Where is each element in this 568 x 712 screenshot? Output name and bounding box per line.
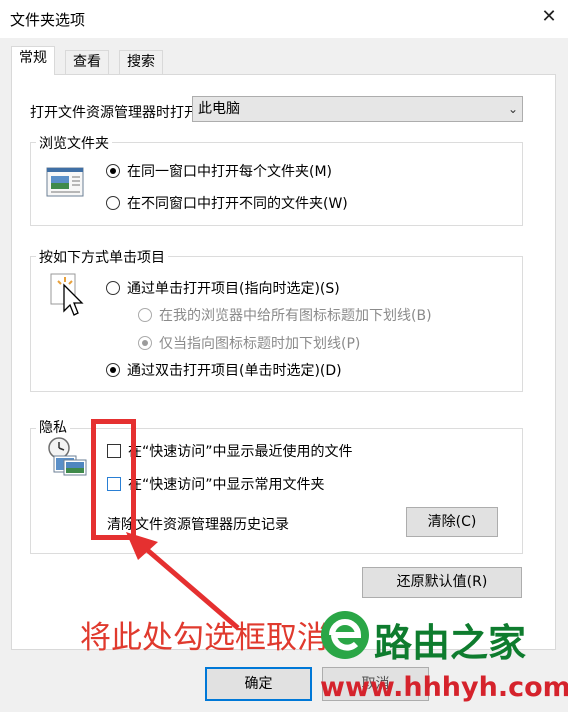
clock-documents-icon xyxy=(46,436,88,480)
annotation-highlight-box xyxy=(91,419,136,540)
double-click-label: 通过双击打开项目(单击时选定)(D) xyxy=(127,363,342,379)
radio-indicator xyxy=(138,308,152,322)
watermark-url: www.hhhyh.com xyxy=(320,672,568,703)
underline-hover-label: 仅当指向图标标题时加下划线(P) xyxy=(159,336,361,352)
ok-button[interactable]: 确定 xyxy=(205,667,312,701)
underline-hover-radio[interactable]: 仅当指向图标标题时加下划线(P) xyxy=(138,333,360,353)
double-click-radio[interactable]: 通过双击打开项目(单击时选定)(D) xyxy=(106,360,342,380)
watermark-logo-icon xyxy=(318,608,372,666)
show-recent-files-checkbox[interactable]: 在“快速访问”中显示最近使用的文件 xyxy=(107,441,353,461)
radio-indicator xyxy=(106,196,120,210)
pointer-click-icon xyxy=(50,273,86,321)
restore-defaults-button[interactable]: 还原默认值(R) xyxy=(362,567,522,598)
folder-window-icon xyxy=(46,167,84,201)
open-in-value: 此电脑 xyxy=(198,101,240,117)
watermark-brand: 路由之家 xyxy=(374,621,527,665)
privacy-title: 隐私 xyxy=(36,417,70,437)
underline-always-radio[interactable]: 在我的浏览器中给所有图标标题加下划线(B) xyxy=(138,305,432,325)
show-frequent-folders-checkbox[interactable]: 在“快速访问”中显示常用文件夹 xyxy=(107,474,325,494)
single-click-radio[interactable]: 通过单击打开项目(指向时选定)(S) xyxy=(106,278,340,298)
show-recent-files-label: 在“快速访问”中显示最近使用的文件 xyxy=(128,444,353,460)
chevron-down-icon: ⌄ xyxy=(507,102,518,116)
browse-folders-group xyxy=(30,142,523,226)
radio-indicator xyxy=(138,336,152,350)
radio-indicator xyxy=(106,281,120,295)
clear-history-button[interactable]: 清除(C) xyxy=(406,507,498,537)
open-in-select[interactable]: 此电脑 ⌄ xyxy=(192,96,523,122)
underline-always-label: 在我的浏览器中给所有图标标题加下划线(B) xyxy=(159,308,432,324)
browse-new-window-radio[interactable]: 在不同窗口中打开不同的文件夹(W) xyxy=(106,193,348,213)
open-in-label: 打开文件资源管理器时打开: xyxy=(30,105,192,121)
single-click-label: 通过单击打开项目(指向时选定)(S) xyxy=(127,281,340,297)
browse-same-window-label: 在同一窗口中打开每个文件夹(M) xyxy=(127,164,333,180)
show-frequent-folders-label: 在“快速访问”中显示常用文件夹 xyxy=(128,477,325,493)
radio-indicator xyxy=(106,164,120,178)
browse-folders-title: 浏览文件夹 xyxy=(36,133,112,153)
radio-indicator xyxy=(106,363,120,377)
browse-same-window-radio[interactable]: 在同一窗口中打开每个文件夹(M) xyxy=(106,161,332,181)
browse-new-window-label: 在不同窗口中打开不同的文件夹(W) xyxy=(127,196,348,212)
click-items-title: 按如下方式单击项目 xyxy=(36,247,168,267)
